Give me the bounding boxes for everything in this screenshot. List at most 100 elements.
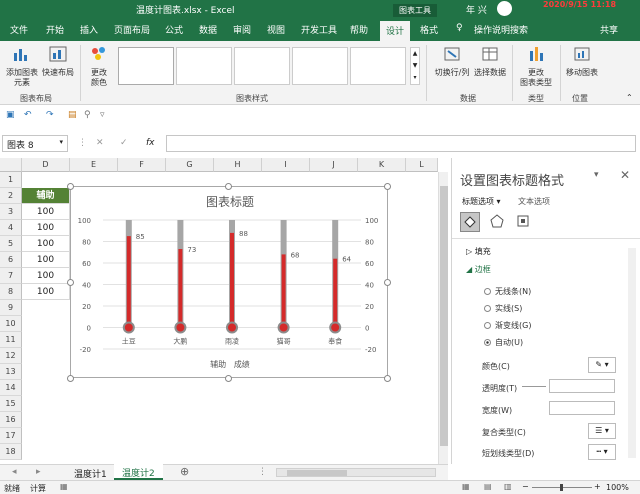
resize-handle[interactable] [67, 183, 74, 190]
row-header[interactable]: 14 [0, 380, 22, 396]
fx-icon[interactable]: fx [146, 138, 155, 148]
value-cell[interactable]: 100 [22, 236, 70, 252]
header-cell[interactable]: 辅助 [22, 188, 70, 204]
row-header[interactable]: 13 [0, 364, 22, 380]
row-header[interactable]: 2 [0, 188, 22, 204]
column-header[interactable]: J [310, 158, 358, 172]
zoom-level[interactable]: 100% [606, 483, 629, 492]
zoom-in-icon[interactable]: + [594, 482, 601, 491]
tab-design[interactable]: 设计 [380, 21, 411, 41]
chart-area[interactable]: 图表标题 100 100 80 80 60 60 40 40 20 20 0 0 -20 -20 85 土豆 7… [70, 186, 388, 378]
row-header[interactable]: 11 [0, 332, 22, 348]
border-section[interactable]: ◢ 边框 [466, 264, 491, 275]
tab-format[interactable]: 格式 [420, 23, 438, 36]
value-cell[interactable]: 100 [22, 220, 70, 236]
tab-developer[interactable]: 开发工具 [301, 23, 337, 36]
dash-type-dropdown[interactable]: ┅ ▾ [588, 444, 616, 460]
sheet-tab[interactable]: 温度计1 [66, 465, 115, 480]
transparency-slider[interactable] [522, 386, 546, 387]
value-cell[interactable]: 100 [22, 204, 70, 220]
quick-layout-button[interactable]: 快速布局 [40, 45, 76, 78]
resize-handle[interactable] [384, 375, 391, 382]
value-cell[interactable]: 100 [22, 252, 70, 268]
change-colors-button[interactable]: 更改 颜色 [84, 45, 114, 88]
select-data-button[interactable]: 选择数据 [472, 45, 508, 78]
tab-file[interactable]: 文件 [10, 23, 28, 36]
resize-handle[interactable] [225, 183, 232, 190]
page-layout-view-icon[interactable]: ▤ [484, 482, 492, 491]
tell-me-search[interactable]: 操作说明搜索 [474, 23, 528, 36]
tab-text-options[interactable]: 文本选项 [518, 196, 550, 207]
formula-input[interactable] [166, 135, 636, 152]
macro-icon[interactable]: ▦ [60, 482, 68, 491]
gallery-scroll[interactable]: ▲ ▼ ▾ [410, 47, 420, 85]
row-header[interactable]: 5 [0, 236, 22, 252]
next-sheet-icon[interactable]: ▸ [36, 467, 41, 477]
page-break-view-icon[interactable]: ▥ [504, 482, 512, 491]
chart-style-2[interactable] [176, 47, 232, 85]
move-chart-button[interactable]: 移动图表 [564, 45, 600, 78]
fill-line-icon[interactable] [460, 212, 480, 232]
color-picker[interactable]: ✎ ▾ [588, 357, 616, 373]
transparency-input[interactable] [549, 379, 615, 393]
switch-row-column-button[interactable]: 切换行/列 [432, 45, 472, 78]
pane-scrollbar[interactable] [628, 248, 636, 458]
tab-title-options[interactable]: 标题选项 ▾ [462, 196, 501, 207]
pane-dropdown-icon[interactable]: ▾ [594, 170, 599, 180]
close-icon[interactable]: ✕ [620, 168, 630, 182]
row-header[interactable]: 8 [0, 284, 22, 300]
tab-home[interactable]: 开始 [46, 23, 64, 36]
row-header[interactable]: 6 [0, 252, 22, 268]
row-header[interactable]: 17 [0, 428, 22, 444]
tab-formulas[interactable]: 公式 [165, 23, 183, 36]
change-chart-type-button[interactable]: 更改 图表类型 [516, 45, 556, 88]
enter-icon[interactable]: ✓ [120, 138, 128, 148]
tab-data[interactable]: 数据 [199, 23, 217, 36]
chart-style-5[interactable] [350, 47, 406, 85]
user-name[interactable]: 年 兴 [466, 3, 487, 16]
column-header[interactable]: E [70, 158, 118, 172]
avatar[interactable] [497, 1, 512, 16]
resize-handle[interactable] [384, 279, 391, 286]
resize-handle[interactable] [67, 279, 74, 286]
value-cell[interactable]: 100 [22, 284, 70, 300]
scrollbar-thumb[interactable] [287, 470, 347, 476]
tab-insert[interactable]: 插入 [80, 23, 98, 36]
vertical-scrollbar[interactable] [438, 172, 448, 464]
column-header[interactable]: L [406, 158, 438, 172]
tab-review[interactable]: 审阅 [233, 23, 251, 36]
row-header[interactable]: 12 [0, 348, 22, 364]
row-header[interactable]: 3 [0, 204, 22, 220]
resize-handle[interactable] [225, 375, 232, 382]
save-icon[interactable]: ▣ [6, 110, 15, 120]
width-input[interactable] [549, 401, 615, 415]
resize-handle[interactable] [384, 183, 391, 190]
row-header[interactable]: 15 [0, 396, 22, 412]
name-box[interactable]: 图表 8 ▾ [2, 135, 68, 152]
normal-view-icon[interactable]: ▦ [462, 482, 470, 491]
row-header[interactable]: 7 [0, 268, 22, 284]
effects-icon[interactable] [488, 212, 508, 232]
select-all[interactable] [0, 158, 22, 172]
chart-legend[interactable]: 辅助 成绩 [71, 359, 389, 370]
tab-help[interactable]: 帮助 [350, 23, 368, 36]
zoom-slider-thumb[interactable] [560, 484, 563, 491]
chart-style-3[interactable] [234, 47, 290, 85]
resize-handle[interactable] [67, 375, 74, 382]
column-header[interactable]: H [214, 158, 262, 172]
collapse-ribbon-icon[interactable]: ⌃ [626, 93, 633, 102]
redo-icon[interactable]: ↷ [46, 110, 54, 120]
tab-page-layout[interactable]: 页面布局 [114, 23, 150, 36]
value-cell[interactable]: 100 [22, 268, 70, 284]
row-header[interactable]: 9 [0, 300, 22, 316]
row-header[interactable]: 4 [0, 220, 22, 236]
zoom-out-icon[interactable]: − [522, 482, 529, 491]
compound-type-dropdown[interactable]: ☰ ▾ [588, 423, 616, 439]
undo-icon[interactable]: ↶ [24, 110, 32, 120]
horizontal-scrollbar[interactable] [276, 468, 436, 477]
column-header[interactable]: F [118, 158, 166, 172]
cancel-icon[interactable]: ✕ [96, 138, 104, 148]
prev-sheet-icon[interactable]: ◂ [12, 467, 17, 477]
tab-view[interactable]: 视图 [267, 23, 285, 36]
chart-styles-gallery[interactable] [118, 47, 408, 87]
